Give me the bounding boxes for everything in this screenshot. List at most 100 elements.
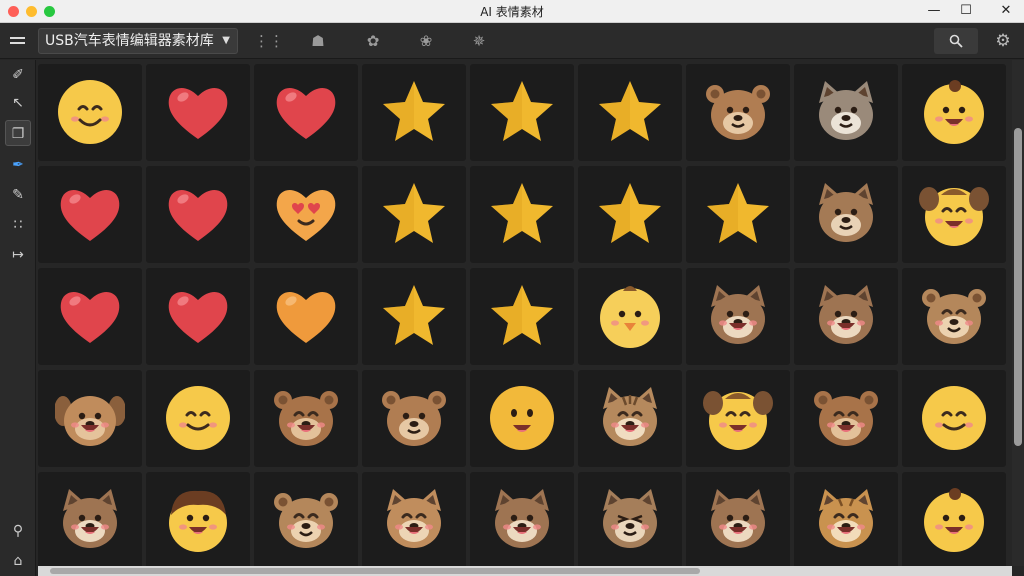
emoji-cell[interactable] (470, 472, 574, 569)
emoji-cell[interactable] (686, 370, 790, 467)
star-icon (707, 183, 769, 243)
emoji-cell[interactable] (470, 166, 574, 263)
star-icon (599, 183, 661, 243)
emoji-cell[interactable] (254, 268, 358, 365)
new-frame-icon[interactable]: ❐ (5, 120, 31, 146)
crop-icon[interactable]: ↦ (5, 242, 31, 268)
emoji-cell[interactable] (146, 370, 250, 467)
emoji-cell[interactable] (146, 472, 250, 569)
tiger-laugh-icon (819, 489, 873, 548)
emoji-cell[interactable] (686, 268, 790, 365)
brush-icon[interactable]: ✐ (5, 62, 31, 88)
sparkle-icon[interactable]: ✵ (467, 29, 491, 53)
bear-icon (382, 391, 446, 446)
emoji-cell[interactable] (146, 64, 250, 161)
emoji-cell[interactable] (362, 370, 466, 467)
emoji-cell[interactable] (686, 64, 790, 161)
emoji-cell[interactable] (38, 166, 142, 263)
star-icon (491, 183, 553, 243)
emoji-cell[interactable] (38, 64, 142, 161)
emoji-cell[interactable] (146, 166, 250, 263)
title-bar: AI 表情素材 — ☐ ✕ (0, 0, 1024, 23)
dog-icon (495, 489, 549, 548)
library-select[interactable]: USB汽车表情编辑器素材库 ▼ (38, 28, 238, 54)
bear-laugh-icon (274, 391, 338, 446)
minimize-icon[interactable]: — (924, 2, 944, 20)
sprout-icon[interactable]: ✿ (361, 29, 385, 53)
toolbar: USB汽车表情编辑器素材库 ▼ ⋮⋮ ☗ ✿ ❀ ✵ ⚙ (0, 23, 1024, 59)
orange-heart-icon (276, 291, 336, 343)
maximize-icon[interactable]: ☐ (956, 2, 976, 20)
cursor-icon[interactable]: ↖ (5, 90, 31, 116)
smiley-blush-icon (166, 386, 230, 450)
home-icon[interactable]: ⌂ (5, 548, 31, 574)
gear-icon[interactable]: ⚙ (990, 29, 1016, 53)
close-icon[interactable]: ✕ (996, 2, 1016, 20)
emoji-cell[interactable] (578, 166, 682, 263)
emoji-cell[interactable] (470, 64, 574, 161)
heart-icon (60, 189, 120, 241)
emoji-cell[interactable] (686, 472, 790, 569)
boy-icon (169, 490, 227, 552)
emoji-cell[interactable] (362, 166, 466, 263)
pen-icon[interactable]: ✒ (5, 152, 31, 178)
heart-icon (60, 291, 120, 343)
emoji-cell[interactable] (794, 268, 898, 365)
fox-icon (819, 183, 873, 242)
emoji-cell[interactable] (254, 472, 358, 569)
chevron-down-icon: ▼ (222, 35, 230, 46)
star-icon (383, 183, 445, 243)
star-icon (491, 81, 553, 141)
scatter-icon[interactable]: ∷ (5, 212, 31, 238)
smiley-icon (58, 80, 122, 144)
hamburger-menu-icon[interactable] (6, 31, 30, 51)
emoji-cell[interactable] (470, 370, 574, 467)
dog-icon (819, 285, 873, 344)
emoji-cell[interactable] (794, 472, 898, 569)
pencil-icon[interactable]: ✎ (5, 182, 31, 208)
emoji-cell[interactable] (794, 166, 898, 263)
emoji-cell[interactable] (902, 472, 1006, 569)
user-search-icon[interactable]: ⚲ (5, 518, 31, 544)
emoji-cell[interactable] (902, 166, 1006, 263)
star-icon (491, 285, 553, 345)
emoji-cell[interactable] (686, 166, 790, 263)
emoji-cell[interactable] (578, 370, 682, 467)
emoji-cell[interactable] (902, 268, 1006, 365)
emoji-cell[interactable] (38, 268, 142, 365)
smiley-open-icon (490, 386, 554, 450)
leaf-icon[interactable]: ❀ (414, 29, 438, 53)
emoji-cell[interactable] (578, 268, 682, 365)
emoji-cell[interactable] (362, 268, 466, 365)
emoji-cell[interactable] (254, 64, 358, 161)
search-icon (949, 34, 963, 48)
cat-laugh-icon (387, 489, 441, 548)
window-title: AI 表情素材 (480, 5, 544, 19)
horizontal-scrollbar[interactable] (38, 566, 1012, 576)
emoji-cell[interactable] (794, 64, 898, 161)
emoji-cell[interactable] (38, 370, 142, 467)
bear-squint-icon (274, 493, 338, 548)
bag-icon[interactable]: ☗ (306, 29, 330, 53)
dog-icon (63, 489, 117, 548)
emoji-cell[interactable] (470, 268, 574, 365)
emoji-cell[interactable] (362, 472, 466, 569)
emoji-cell[interactable] (362, 64, 466, 161)
grid-icon[interactable]: ⋮⋮ (254, 29, 284, 53)
emoji-cell[interactable] (578, 64, 682, 161)
vertical-scroll-thumb[interactable] (1014, 128, 1022, 446)
baby-icon (924, 80, 984, 144)
vertical-scrollbar[interactable] (1012, 60, 1024, 566)
tabby-icon (603, 387, 657, 446)
emoji-cell[interactable] (146, 268, 250, 365)
emoji-grid (38, 60, 1010, 569)
emoji-cell[interactable] (38, 472, 142, 569)
emoji-cell[interactable] (578, 472, 682, 569)
search-button[interactable] (934, 28, 978, 54)
emoji-cell[interactable] (254, 370, 358, 467)
emoji-cell[interactable] (794, 370, 898, 467)
emoji-cell[interactable] (902, 64, 1006, 161)
horizontal-scroll-thumb[interactable] (50, 568, 700, 574)
emoji-cell[interactable] (902, 370, 1006, 467)
emoji-cell[interactable] (254, 166, 358, 263)
